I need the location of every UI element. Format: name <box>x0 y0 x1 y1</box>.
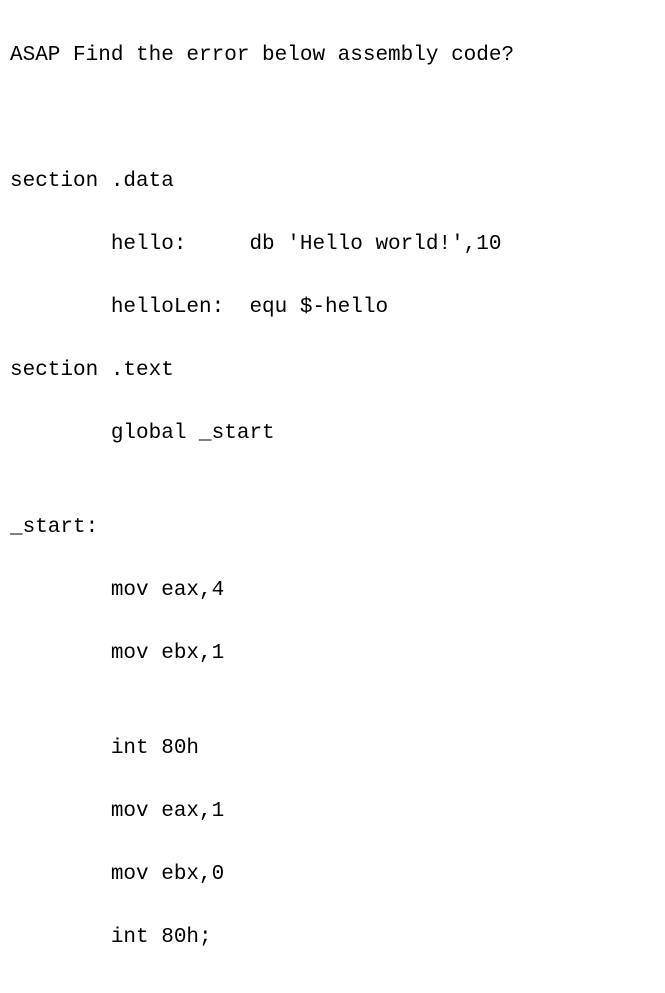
code-line: int 80h; <box>10 922 655 954</box>
blank-line <box>10 103 655 135</box>
code-line: mov eax,1 <box>10 796 655 828</box>
question-title: ASAP Find the error below assembly code? <box>10 40 655 72</box>
code-line: mov ebx,0 <box>10 859 655 891</box>
code-line: _start: <box>10 512 655 544</box>
code-line: mov eax,4 <box>10 575 655 607</box>
code-line: mov ebx,1 <box>10 638 655 670</box>
code-line: global _start <box>10 418 655 450</box>
code-line: int 80h <box>10 733 655 765</box>
code-line: hello: db 'Hello world!',10 <box>10 229 655 261</box>
code-line: section .text <box>10 355 655 387</box>
code-line: helloLen: equ $-hello <box>10 292 655 324</box>
code-line: section .data <box>10 166 655 198</box>
document-page: ASAP Find the error below assembly code?… <box>0 0 665 993</box>
